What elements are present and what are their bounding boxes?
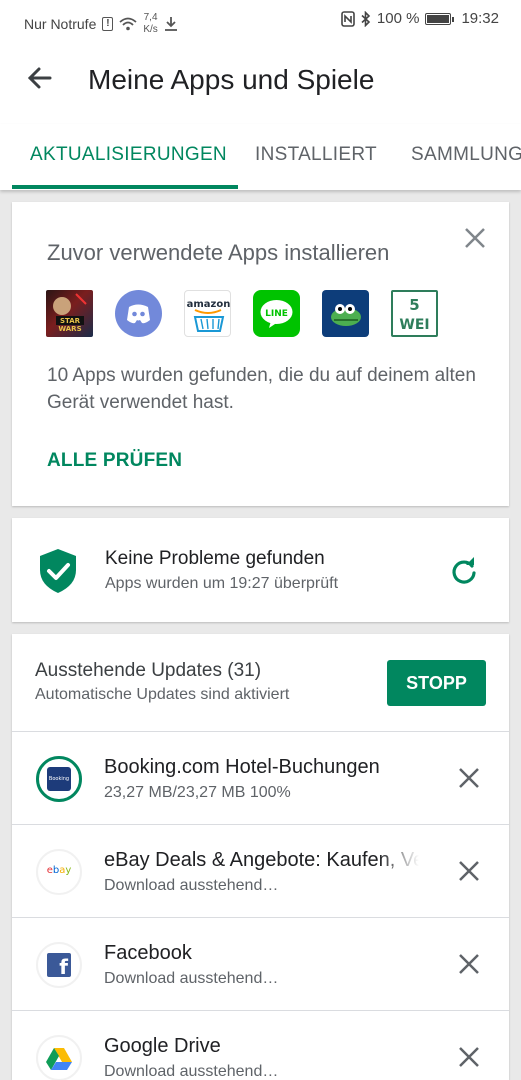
cancel-update-icon[interactable] — [457, 952, 481, 976]
play-protect-card: Keine Probleme gefunden Apps wurden um 1… — [12, 518, 509, 622]
speed-unit: K/s — [143, 24, 158, 35]
cancel-update-icon[interactable] — [457, 1045, 481, 1069]
battery-icon — [425, 12, 455, 25]
app-name: eBay Deals & Angebote: Kaufen, Verkaufen — [104, 849, 419, 872]
app-name: Facebook — [104, 942, 192, 964]
star-wars-app-icon: STAR WARS — [46, 290, 93, 337]
nfc-icon — [341, 10, 355, 27]
app-name: Booking.com Hotel-Buchungen — [104, 756, 380, 778]
google-drive-app-icon — [36, 1035, 82, 1080]
download-progress-text: 23,27 MB/23,27 MB 100% — [104, 784, 291, 801]
tab-library[interactable]: SAMMLUNG — [411, 144, 521, 166]
svg-text:WEI: WEI — [399, 317, 429, 333]
restore-card-title: Zuvor verwendete Apps installieren — [47, 240, 390, 265]
alert-icon: ! — [102, 17, 114, 31]
speed-value: 7,4 — [143, 12, 158, 23]
line-app-icon: LINE — [253, 290, 300, 337]
back-arrow-icon[interactable] — [24, 62, 56, 94]
network-speed: 7,4 K/s — [143, 12, 157, 36]
svg-text:LINE: LINE — [265, 309, 288, 319]
ebay-logo: ebay — [46, 865, 72, 876]
pending-updates-title: Ausstehende Updates (31) — [35, 660, 262, 681]
close-icon[interactable] — [463, 226, 487, 250]
discord-app-icon — [115, 290, 162, 337]
shield-check-icon — [40, 549, 76, 593]
svg-text:WARS: WARS — [58, 325, 81, 333]
booking-app-icon: Booking — [36, 756, 82, 802]
download-status: Download ausstehend… — [104, 877, 279, 894]
booking-logo: Booking — [47, 767, 71, 791]
clock: 19:32 — [461, 10, 499, 27]
facebook-logo: f — [47, 953, 71, 979]
page-title: Meine Apps und Spiele — [88, 64, 375, 95]
restore-description: 10 Apps wurden gefunden, die du auf dein… — [47, 365, 476, 413]
download-status: Download ausstehend… — [104, 970, 279, 987]
check-all-button[interactable]: ALLE PRÜFEN — [47, 450, 182, 472]
app-bar: Meine Apps und Spiele — [0, 40, 521, 124]
pending-updates-card: Ausstehende Updates (31) Automatische Up… — [12, 634, 509, 1080]
update-row[interactable]: ebay eBay Deals & Angebote: Kaufen, Verk… — [12, 824, 509, 917]
stop-button[interactable]: STOPP — [387, 660, 486, 706]
protect-status-subtitle: Apps wurden um 19:27 überprüft — [105, 575, 339, 592]
previous-apps-icons: STAR WARS amazon LINE 5 WEI — [46, 290, 438, 337]
svg-text:amazon: amazon — [187, 299, 231, 310]
restore-apps-card: Zuvor verwendete Apps installieren STAR W… — [12, 202, 509, 506]
tab-installed[interactable]: INSTALLIERT — [255, 144, 377, 166]
refresh-icon[interactable] — [449, 556, 479, 586]
download-icon — [164, 17, 177, 31]
cancel-update-icon[interactable] — [457, 766, 481, 790]
cancel-update-icon[interactable] — [457, 859, 481, 883]
update-row[interactable]: Booking Booking.com Hotel-Buchungen 23,2… — [12, 731, 509, 824]
status-bar: Nur Notrufe ! 7,4 K/s 100 % 19:32 — [0, 0, 521, 40]
svg-text:5: 5 — [409, 296, 419, 314]
app-name: Google Drive — [104, 1035, 221, 1057]
battery-percent: 100 % — [376, 10, 420, 27]
protect-status-title: Keine Probleme gefunden — [105, 548, 325, 569]
five-words-app-icon: 5 WEI — [391, 290, 438, 337]
update-row[interactable]: Google Drive Download ausstehend… — [12, 1010, 509, 1080]
active-tab-indicator — [12, 185, 238, 189]
facebook-app-icon: f — [36, 942, 82, 988]
status-right: 100 % 19:32 — [341, 10, 499, 27]
update-row[interactable]: f Facebook Download ausstehend… — [12, 917, 509, 1010]
battery-level — [427, 14, 450, 23]
bluetooth-icon — [361, 10, 371, 27]
status-left: Nur Notrufe ! 7,4 K/s — [24, 12, 178, 36]
auto-update-status: Automatische Updates sind aktiviert — [35, 686, 290, 703]
svg-text:STAR: STAR — [60, 317, 81, 325]
amazon-app-icon: amazon — [184, 290, 231, 337]
ebay-app-icon: ebay — [36, 849, 82, 895]
carrier-label: Nur Notrufe — [24, 16, 97, 32]
tab-updates[interactable]: AKTUALISIERUNGEN — [30, 144, 227, 166]
wifi-icon — [119, 17, 137, 31]
tab-bar: AKTUALISIERUNGEN INSTALLIERT SAMMLUNG — [0, 124, 521, 190]
download-status: Download ausstehend… — [104, 1063, 279, 1080]
crocodile-game-app-icon — [322, 290, 369, 337]
